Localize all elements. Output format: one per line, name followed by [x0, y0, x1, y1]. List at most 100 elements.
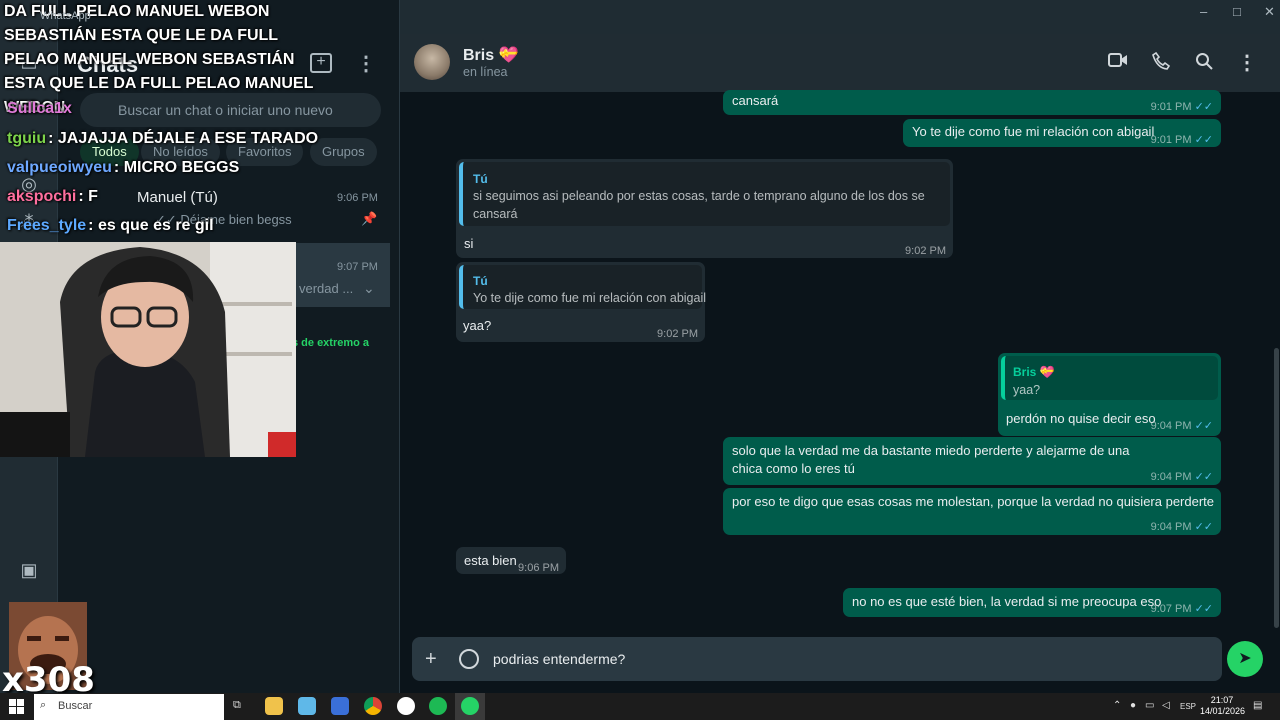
- stream-chat-user: Sullca1x: [7, 100, 72, 117]
- message-bubble-outgoing[interactable]: no no es que esté bien, la verdad si me …: [843, 588, 1221, 617]
- send-button[interactable]: ➤: [1227, 641, 1263, 677]
- chrome-icon[interactable]: [364, 697, 382, 715]
- message-time: 9:01 PM ✓✓: [1150, 101, 1213, 113]
- menu-icon[interactable]: ⋮: [1235, 50, 1259, 75]
- network-icon[interactable]: ▭: [1145, 700, 1154, 711]
- message-bubble-outgoing[interactable]: Bris 💝 yaa? perdón no quise decir eso 9:…: [998, 353, 1221, 436]
- stream-chat-message: : JAJAJJA DÉJALE A ESE TARADO: [48, 130, 319, 147]
- chat-item-name[interactable]: Manuel (Tú): [137, 189, 218, 206]
- volume-icon[interactable]: ◁: [1162, 700, 1170, 711]
- video-call-icon[interactable]: [1106, 52, 1130, 73]
- message-text: Yo te dije como fue mi relación con abig…: [912, 124, 1155, 139]
- stream-chat-user: tguiu: [7, 130, 47, 147]
- minimize-icon[interactable]: –: [1200, 4, 1207, 19]
- read-ticks-icon: ✓✓: [1194, 471, 1213, 483]
- whatsapp-icon[interactable]: [461, 697, 479, 715]
- message-text: solo que la verdad me da bastante miedo …: [732, 443, 1130, 476]
- quoted-message[interactable]: Bris 💝 yaa?: [1001, 356, 1218, 400]
- taskbar-clock[interactable]: 21:07 14/01/2026: [1200, 695, 1246, 717]
- stream-chat-user: valpueoiwyeu: [7, 159, 112, 176]
- quoted-message[interactable]: Tú Yo te dije como fue mi relación con a…: [459, 265, 706, 309]
- close-icon[interactable]: ✕: [1264, 4, 1275, 20]
- message-text: yaa?: [463, 318, 492, 333]
- message-time: 9:04 PM ✓✓: [1150, 471, 1213, 483]
- contact-name[interactable]: Bris 💝: [463, 45, 519, 65]
- maximize-icon[interactable]: □: [1233, 4, 1241, 19]
- message-bubble-outgoing[interactable]: por eso te digo que esas cosas me molest…: [723, 488, 1221, 535]
- attach-plus-icon[interactable]: +: [425, 648, 437, 670]
- message-time: 9:02 PM: [905, 245, 946, 257]
- message-bubble-incoming[interactable]: esta bien 9:06 PM: [456, 547, 566, 574]
- stream-chat-user: Frees_tyle: [7, 217, 87, 234]
- message-bubble-incoming[interactable]: Tú Yo te dije como fue mi relación con a…: [456, 262, 706, 342]
- stream-chat-message: : es que es re gil: [88, 217, 214, 234]
- stream-chat-line: Sullca1x: [7, 100, 74, 118]
- sticker-icon[interactable]: [459, 649, 479, 669]
- webcam-overlay: [0, 242, 296, 457]
- avatar[interactable]: [414, 44, 450, 80]
- microphone-icon[interactable]: ●: [1130, 700, 1136, 711]
- obs-icon[interactable]: [397, 697, 415, 715]
- taskbar-search-label: Buscar: [58, 700, 93, 712]
- contact-status: en línea: [463, 65, 508, 79]
- app-title: WhatsApp: [40, 10, 91, 22]
- quote-text: Yo te dije como fue mi relación con abig…: [473, 291, 707, 305]
- stream-chat-message: : MICRO BEGGS: [113, 159, 240, 176]
- message-text: si: [464, 236, 474, 251]
- stream-chat-user: akspochi: [7, 188, 77, 205]
- message-text: por eso te digo que esas cosas me molest…: [732, 494, 1215, 509]
- message-bubble-outgoing[interactable]: solo que la verdad me da bastante miedo …: [723, 437, 1221, 485]
- sidebar-menu-icon[interactable]: ⋮: [356, 52, 376, 76]
- chat-item-time: 9:06 PM: [337, 192, 378, 204]
- language-indicator[interactable]: ESP: [1180, 702, 1196, 711]
- read-ticks-icon: ✓✓: [1194, 420, 1213, 432]
- notepad-icon[interactable]: [298, 697, 316, 715]
- filter-chip-groups[interactable]: Grupos: [310, 138, 377, 166]
- notifications-icon[interactable]: ▤: [1253, 700, 1262, 711]
- read-ticks-icon: ✓✓: [1194, 521, 1213, 533]
- clock-date: 14/01/2026: [1200, 706, 1246, 716]
- pin-icon: 📌: [361, 211, 378, 226]
- quote-author: Bris 💝: [1013, 365, 1055, 379]
- chat-item-time: 9:07 PM: [337, 261, 378, 273]
- tray-chevron-icon[interactable]: ⌃: [1113, 700, 1121, 711]
- read-ticks-icon: ✓✓: [1194, 101, 1213, 113]
- conversation-header[interactable]: [400, 34, 1280, 92]
- read-ticks-icon: ✓✓: [1194, 134, 1213, 146]
- conversation-scrollbar[interactable]: [1274, 348, 1279, 628]
- quote-author: Tú: [473, 274, 488, 288]
- chat-item-selected[interactable]: [292, 243, 390, 307]
- message-time: 9:04 PM ✓✓: [1150, 420, 1213, 432]
- search-icon[interactable]: [1192, 52, 1216, 75]
- file-explorer-icon[interactable]: [265, 697, 283, 715]
- quote-author: Tú: [473, 172, 488, 186]
- spotify-icon[interactable]: [429, 697, 447, 715]
- message-time: 9:02 PM: [657, 328, 698, 340]
- quote-text: yaa?: [1013, 383, 1041, 397]
- quoted-message[interactable]: Tú si seguimos asi peleando por estas co…: [459, 162, 950, 226]
- webcam-feed-image: [0, 242, 296, 457]
- message-text: perdón no quise decir eso: [1006, 411, 1156, 426]
- chat-item-preview: s de extremo a: [292, 337, 370, 349]
- window-titlebar: – □ ✕: [400, 0, 1280, 34]
- stream-chat-line: tguiu: JAJAJJA DÉJALE A ESE TARADO: [7, 130, 318, 148]
- quote-text: si seguimos asi peleando por estas cosas…: [473, 189, 925, 221]
- phone-icon[interactable]: [1149, 51, 1173, 75]
- message-bubble-outgoing[interactable]: cansará 9:01 PM ✓✓: [723, 90, 1221, 115]
- message-bubble-incoming[interactable]: Tú si seguimos asi peleando por estas co…: [456, 159, 953, 258]
- message-bubble-outgoing[interactable]: Yo te dije como fue mi relación con abig…: [903, 119, 1221, 147]
- chat-item-preview: verdad ...: [299, 281, 354, 296]
- windows-start-icon[interactable]: [9, 699, 24, 714]
- task-view-icon[interactable]: ⧉: [233, 699, 241, 712]
- app-icon[interactable]: [331, 697, 349, 715]
- message-text: no no es que esté bien, la verdad si me …: [852, 594, 1162, 609]
- message-text: cansará: [732, 93, 779, 108]
- chevron-down-icon[interactable]: ⌄: [363, 280, 375, 297]
- media-gallery-icon[interactable]: ▣: [17, 558, 41, 582]
- message-time: 9:06 PM: [518, 562, 559, 574]
- stream-chat-line: Frees_tyle: es que es re gil: [7, 217, 214, 235]
- stream-chat-message: : F: [78, 188, 98, 205]
- message-input[interactable]: podrias entenderme?: [493, 651, 625, 667]
- message-time: 9:04 PM ✓✓: [1150, 521, 1213, 533]
- search-icon: ⌕: [40, 699, 47, 711]
